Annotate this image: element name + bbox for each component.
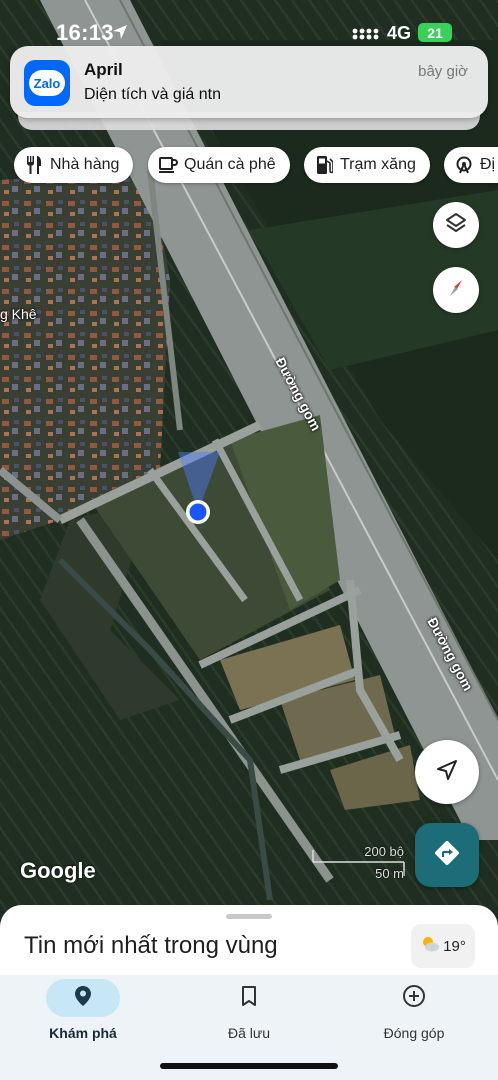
google-attribution: Google — [20, 858, 96, 883]
nav-contribute[interactable]: Đóng góp — [354, 979, 474, 1049]
place-label: g Khê — [0, 306, 37, 322]
notification-message: Diện tích và giá ntn — [84, 86, 221, 103]
partly-cloudy-icon — [420, 935, 440, 957]
restaurant-icon — [24, 155, 44, 175]
category-chips: Nhà hàng Quán cà phê Trạm xăng Đị — [14, 147, 498, 185]
scale-feet: 200 bộ — [364, 844, 404, 859]
my-location-button[interactable] — [415, 740, 479, 804]
location-arrow-icon — [112, 24, 128, 45]
status-time: 16:13 — [56, 20, 114, 45]
explore-pin-icon — [74, 985, 92, 1012]
temperature: 19° — [443, 937, 466, 955]
layers-button[interactable] — [433, 202, 479, 248]
signal-icon — [352, 25, 380, 46]
status-bar: 16:13 4G 21 — [0, 0, 498, 46]
nav-label: Đã lưu — [227, 1025, 271, 1041]
map-scale: 200 bộ 50 m — [312, 844, 412, 882]
zalo-app-icon: Zalo — [24, 60, 70, 106]
nav-active-pill — [46, 979, 120, 1017]
directions-button[interactable] — [415, 823, 479, 887]
weather-chip[interactable]: 19° — [411, 924, 475, 968]
notification-title: April — [84, 60, 123, 79]
bookmark-icon — [240, 985, 258, 1012]
add-circle-icon — [402, 984, 426, 1013]
bottom-sheet[interactable]: Tin mới nhất trong vùng 19° — [0, 905, 498, 985]
compass-icon — [444, 276, 468, 305]
sheet-title: Tin mới nhất trong vùng — [24, 932, 278, 959]
directions-icon — [433, 839, 461, 872]
compass-button[interactable] — [433, 267, 479, 313]
nav-pill — [377, 979, 451, 1017]
chip-label: Nhà hàng — [50, 156, 120, 173]
chip-gas-stations[interactable]: Trạm xăng — [304, 147, 430, 183]
home-indicator[interactable] — [160, 1063, 338, 1069]
notification-banner[interactable]: Zalo April Diện tích và giá ntn bây giờ — [10, 46, 488, 118]
bottom-navigation: Khám phá Đã lưu Đóng góp — [0, 975, 498, 1080]
notification-time: bây giờ — [418, 63, 468, 80]
layers-icon — [444, 211, 468, 240]
zalo-logo-text: Zalo — [29, 70, 65, 96]
sheet-drag-handle[interactable] — [226, 914, 272, 919]
chip-cafes[interactable]: Quán cà phê — [148, 147, 290, 183]
scale-meters: 50 m — [375, 866, 404, 881]
battery-level: 21 — [427, 24, 443, 41]
chip-label: Trạm xăng — [340, 156, 416, 173]
chip-label: Đị — [480, 156, 496, 173]
nav-pill — [212, 979, 286, 1017]
nav-label: Đóng góp — [383, 1025, 445, 1041]
network-type: 4G — [387, 23, 412, 43]
location-dot[interactable] — [186, 500, 210, 524]
coffee-icon — [158, 155, 178, 175]
chip-restaurants[interactable]: Nhà hàng — [14, 147, 134, 183]
nav-explore[interactable]: Khám phá — [23, 979, 143, 1049]
nav-saved[interactable]: Đã lưu — [189, 979, 309, 1049]
attraction-icon — [454, 155, 474, 175]
battery-icon: 21 — [418, 23, 452, 42]
chip-attractions[interactable]: Đị — [444, 147, 498, 183]
navigation-arrow-icon — [435, 758, 459, 787]
chip-label: Quán cà phê — [184, 156, 276, 173]
gas-station-icon — [314, 155, 334, 175]
nav-label: Khám phá — [49, 1025, 117, 1041]
